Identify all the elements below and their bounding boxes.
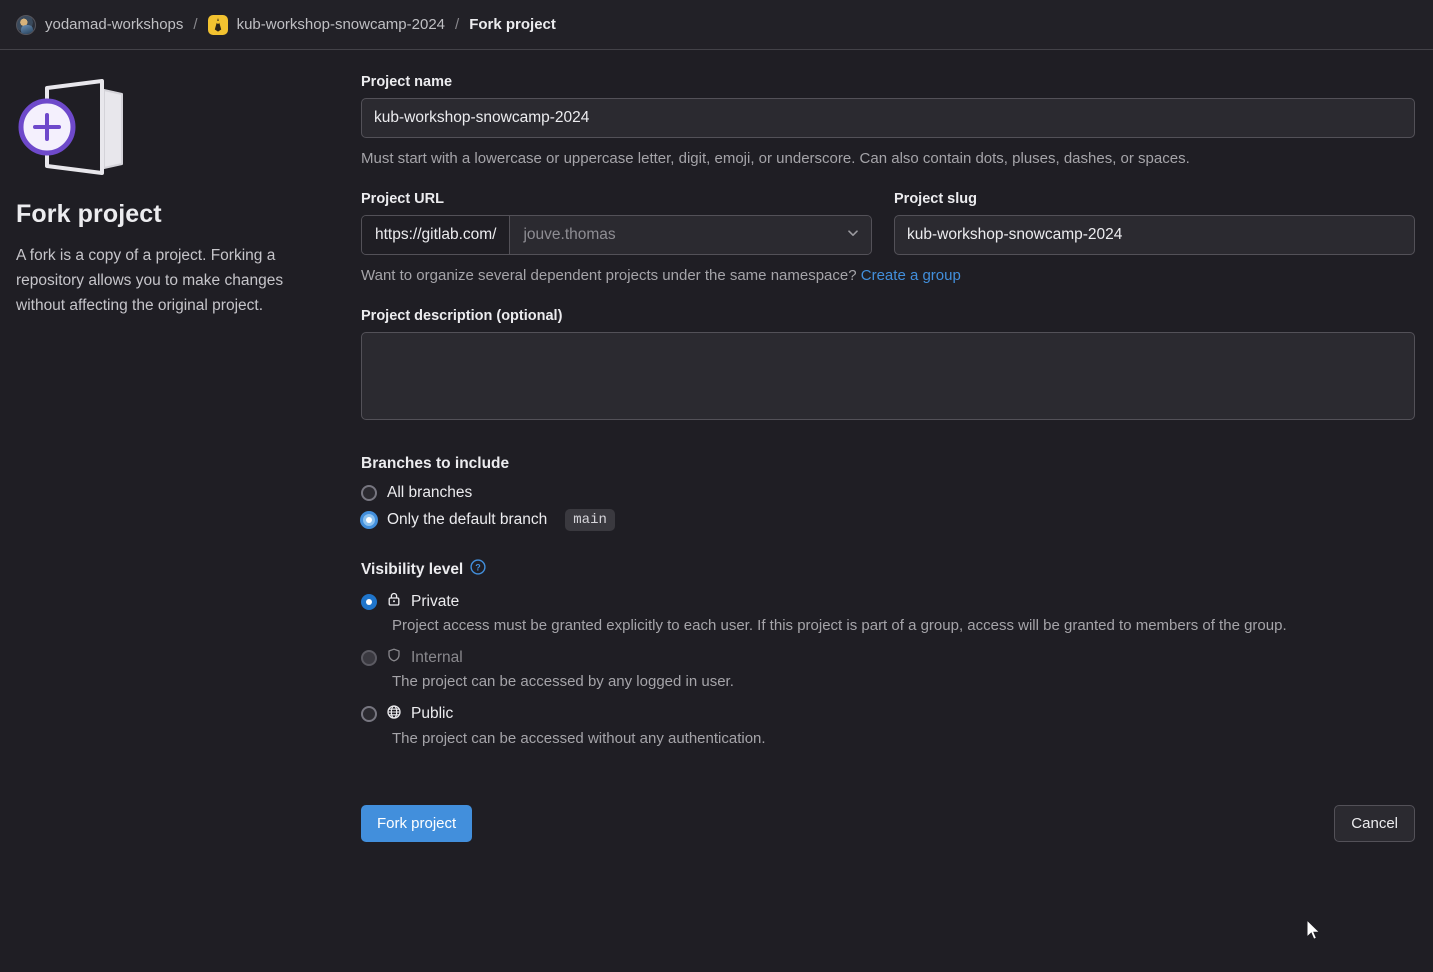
radio-public-control[interactable] bbox=[361, 706, 377, 722]
project-name-label: Project name bbox=[361, 74, 1415, 90]
visibility-public-description: The project can be accessed without any … bbox=[392, 728, 1337, 749]
mouse-cursor bbox=[1305, 919, 1323, 948]
visibility-private-description: Project access must be granted explicitl… bbox=[392, 615, 1337, 636]
project-description-label: Project description (optional) bbox=[361, 308, 1415, 324]
breadcrumb-project-link[interactable]: kub-workshop-snowcamp-2024 bbox=[237, 16, 445, 33]
radio-internal-control bbox=[361, 650, 377, 666]
project-url-input-group: https://gitlab.com/ jouve.thomas bbox=[361, 215, 872, 255]
visibility-option-internal: Internal The project can be accessed by … bbox=[361, 647, 1415, 692]
project-url-field: Project URL https://gitlab.com/ jouve.th… bbox=[361, 191, 872, 255]
radio-default-branch-control[interactable] bbox=[361, 512, 377, 528]
project-slug-field: Project slug bbox=[894, 191, 1415, 255]
breadcrumb-separator-2: / bbox=[455, 16, 459, 33]
radio-all-branches-control[interactable] bbox=[361, 485, 377, 501]
breadcrumb-separator-1: / bbox=[193, 16, 197, 33]
fork-info-panel: Fork project A fork is a copy of a proje… bbox=[16, 72, 361, 842]
radio-default-branch-label: Only the default branch bbox=[387, 511, 547, 529]
visibility-private-header[interactable]: Private bbox=[361, 591, 1415, 612]
radio-default-branch[interactable]: Only the default branch main bbox=[361, 509, 1415, 531]
url-slug-row: Project URL https://gitlab.com/ jouve.th… bbox=[361, 191, 1415, 255]
visibility-internal-header: Internal bbox=[361, 647, 1415, 668]
visibility-public-header[interactable]: Public bbox=[361, 704, 1415, 725]
form-actions: Fork project Cancel bbox=[361, 805, 1415, 842]
page-title: Fork project bbox=[16, 200, 347, 229]
group-avatar-icon bbox=[16, 15, 36, 35]
svg-text:?: ? bbox=[476, 562, 482, 572]
namespace-help-text: Want to organize several dependent proje… bbox=[361, 265, 1415, 286]
radio-all-branches-label: All branches bbox=[387, 484, 472, 502]
project-slug-input[interactable] bbox=[894, 215, 1415, 255]
visibility-title-text: Visibility level bbox=[361, 561, 463, 579]
fork-project-form: Project name Must start with a lowercase… bbox=[361, 72, 1415, 842]
visibility-private-label: Private bbox=[411, 593, 459, 611]
radio-all-branches[interactable]: All branches bbox=[361, 484, 1415, 502]
project-url-label: Project URL bbox=[361, 191, 872, 207]
project-name-help-text: Must start with a lowercase or uppercase… bbox=[361, 148, 1415, 169]
visibility-internal-label: Internal bbox=[411, 649, 463, 667]
visibility-internal-description: The project can be accessed by any logge… bbox=[392, 671, 1337, 692]
shield-icon bbox=[386, 647, 402, 668]
breadcrumb: yodamad-workshops / kub-workshop-snowcam… bbox=[0, 0, 1433, 50]
globe-icon bbox=[386, 704, 402, 725]
project-name-input[interactable] bbox=[361, 98, 1415, 138]
breadcrumb-item-group[interactable]: yodamad-workshops bbox=[16, 15, 183, 35]
branches-to-include-section: Branches to include All branches Only th… bbox=[361, 455, 1415, 531]
breadcrumb-group-link[interactable]: yodamad-workshops bbox=[45, 16, 183, 33]
default-branch-badge: main bbox=[565, 509, 615, 531]
cancel-button[interactable]: Cancel bbox=[1334, 805, 1415, 842]
project-url-prefix: https://gitlab.com/ bbox=[362, 216, 510, 254]
breadcrumb-item-project[interactable]: kub-workshop-snowcamp-2024 bbox=[208, 15, 445, 35]
visibility-option-public[interactable]: Public The project can be accessed witho… bbox=[361, 704, 1415, 749]
lock-icon bbox=[386, 591, 402, 612]
namespace-select-value: jouve.thomas bbox=[523, 226, 615, 244]
project-slug-label: Project slug bbox=[894, 191, 1415, 207]
fork-project-page: Fork project A fork is a copy of a proje… bbox=[0, 50, 1433, 842]
fork-description-text: A fork is a copy of a project. Forking a… bbox=[16, 243, 326, 318]
visibility-level-section: Visibility level ? bbox=[361, 559, 1415, 749]
visibility-section-title: Visibility level ? bbox=[361, 559, 1415, 580]
branches-section-title: Branches to include bbox=[361, 455, 1415, 473]
help-question-icon[interactable]: ? bbox=[470, 559, 486, 580]
create-a-group-link[interactable]: Create a group bbox=[861, 267, 961, 284]
chevron-down-icon bbox=[846, 226, 860, 245]
visibility-public-label: Public bbox=[411, 705, 453, 723]
visibility-option-private[interactable]: Private Project access must be granted e… bbox=[361, 591, 1415, 636]
project-description-textarea[interactable] bbox=[361, 332, 1415, 420]
project-description-field: Project description (optional) bbox=[361, 308, 1415, 425]
breadcrumb-current-page: Fork project bbox=[469, 16, 556, 33]
namespace-help-label: Want to organize several dependent proje… bbox=[361, 267, 857, 284]
fork-project-button[interactable]: Fork project bbox=[361, 805, 472, 842]
radio-private-control[interactable] bbox=[361, 594, 377, 610]
namespace-select[interactable]: jouve.thomas bbox=[510, 216, 871, 254]
project-avatar-icon bbox=[208, 15, 228, 35]
fork-project-illustration-icon bbox=[16, 72, 134, 182]
